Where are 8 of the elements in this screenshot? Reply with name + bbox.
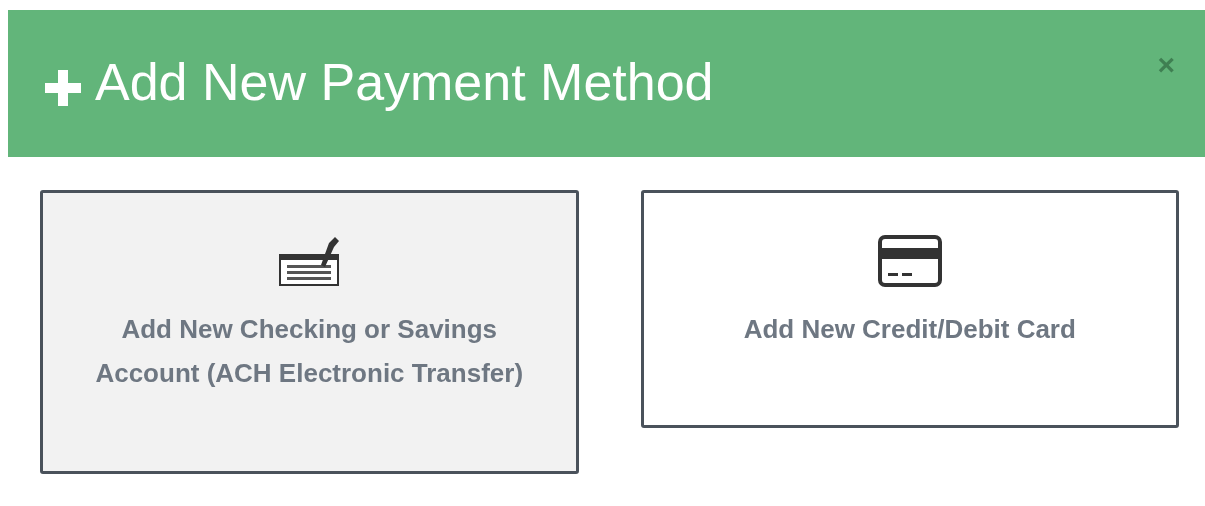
payment-option[interactable]: Add New Checking or Savings Account (ACH Electronic Transfer) [40,190,579,474]
check-icon [277,235,342,287]
option-label: Add New Credit/Debit Card [743,313,1076,346]
plus-icon [43,68,83,108]
credit-card-icon [877,235,942,287]
option-label: Add New Checking or Savings Account (ACH Electronic Transfer) [94,313,525,390]
dialog-title: Add New Payment Method [95,52,714,112]
payment-option[interactable]: Add New Credit/Debit Card [640,190,1179,428]
